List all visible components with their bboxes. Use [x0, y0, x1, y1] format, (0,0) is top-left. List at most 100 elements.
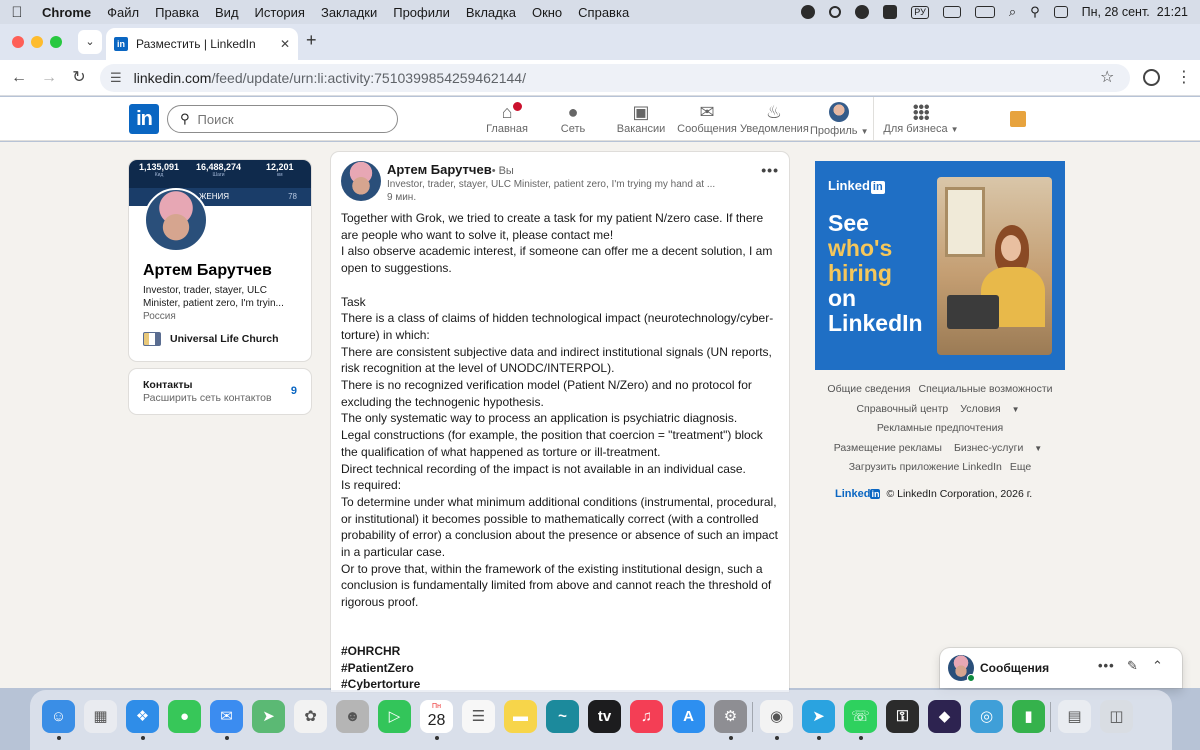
- status-record-icon[interactable]: [801, 5, 816, 19]
- menu-tab[interactable]: Вкладка: [458, 5, 524, 20]
- search-box[interactable]: ⚲: [167, 105, 398, 133]
- spotlight-search-icon[interactable]: ⚲: [1030, 4, 1040, 20]
- footer-link-terms[interactable]: Условия ▼: [952, 403, 1027, 415]
- dock-finder-icon[interactable]: ☺: [42, 700, 75, 733]
- dock-telegram-icon[interactable]: ➤: [802, 700, 835, 733]
- menu-edit[interactable]: Правка: [147, 5, 207, 20]
- dock-numbers-icon[interactable]: ▮: [1012, 700, 1045, 733]
- bookmark-star-icon[interactable]: ☆: [1100, 67, 1114, 87]
- reminders-glyph: ☰: [471, 708, 486, 725]
- footer-link-advertising[interactable]: Размещение рекламы: [830, 442, 946, 454]
- nav-profile[interactable]: Профиль ▼: [810, 101, 868, 139]
- nav-business[interactable]: Для бизнеса ▼: [882, 101, 960, 139]
- dock-chrome-icon[interactable]: ◉: [760, 700, 793, 733]
- dock-mail-icon[interactable]: ✉: [210, 700, 243, 733]
- dock-keychain-icon[interactable]: ⚿: [886, 700, 919, 733]
- dock-music-icon[interactable]: ♫: [630, 700, 663, 733]
- hashtag-link[interactable]: #OHRCHR: [341, 643, 420, 660]
- footer-link-help[interactable]: Справочный центр: [852, 403, 952, 415]
- post-more-menu-icon[interactable]: •••: [761, 162, 779, 178]
- dock-contacts-icon[interactable]: ☻: [336, 700, 369, 733]
- apple-menu-icon[interactable]: : [0, 4, 34, 21]
- dock-trash-icon[interactable]: ◫: [1100, 700, 1133, 733]
- hiring-ad-banner[interactable]: Linked in See who's hiring on LinkedIn: [815, 161, 1065, 370]
- menu-history[interactable]: История: [247, 5, 313, 20]
- tab-close-icon[interactable]: ✕: [280, 37, 290, 51]
- menu-app-chrome[interactable]: Chrome: [34, 5, 99, 20]
- premium-icon[interactable]: [1010, 111, 1026, 127]
- post-author[interactable]: Артем Барутчев• Вы: [387, 162, 514, 177]
- footer-link-ad-prefs[interactable]: Рекламные предпочтения: [873, 422, 1007, 434]
- browser-tab-linkedin[interactable]: in Разместить | LinkedIn ✕: [106, 28, 298, 60]
- post-line: [341, 277, 781, 294]
- footer-link-get-app[interactable]: Загрузить приложение LinkedIn: [845, 461, 1006, 473]
- dock-downloads-icon[interactable]: ▤: [1058, 700, 1091, 733]
- dock-notes-icon[interactable]: ▬: [504, 700, 537, 733]
- post-body: Together with Grok, we tried to create a…: [341, 210, 781, 611]
- battery-icon[interactable]: [974, 6, 995, 18]
- status-chat-icon[interactable]: [883, 5, 898, 19]
- window-close-button[interactable]: [12, 36, 24, 48]
- profile-organization[interactable]: Universal Life Church: [143, 332, 279, 346]
- hashtag-link[interactable]: #PatientZero: [341, 660, 420, 677]
- search-input[interactable]: [197, 111, 378, 127]
- messaging-widget[interactable]: Сообщения ••• ✎ ⌃: [940, 648, 1182, 688]
- forward-arrow-icon[interactable]: →: [38, 67, 60, 89]
- menu-file[interactable]: Файл: [99, 5, 147, 20]
- dock-messages-icon[interactable]: ●: [168, 700, 201, 733]
- dock-maps-icon[interactable]: ➤: [252, 700, 285, 733]
- dock-obsidian-icon[interactable]: ◆: [928, 700, 961, 733]
- chrome-menu-icon[interactable]: ⋮: [1176, 67, 1192, 87]
- menu-profiles[interactable]: Профили: [385, 5, 458, 20]
- control-center-icon[interactable]: [1053, 6, 1068, 18]
- dock-reminders-icon[interactable]: ☰: [462, 700, 495, 733]
- nav-home[interactable]: ⌂ Главная: [480, 100, 534, 139]
- menu-bookmarks[interactable]: Закладки: [313, 5, 385, 20]
- back-arrow-icon[interactable]: ←: [8, 67, 30, 89]
- window-zoom-button[interactable]: [50, 36, 62, 48]
- dock-freeform-icon[interactable]: ~: [546, 700, 579, 733]
- chevron-up-icon[interactable]: ⌃: [1152, 658, 1163, 674]
- post-author-avatar[interactable]: [341, 161, 381, 201]
- footer-link-more[interactable]: Еще: [1006, 461, 1035, 473]
- dock-system-settings-icon[interactable]: ⚙: [714, 700, 747, 733]
- dock-tv-icon[interactable]: tv: [588, 700, 621, 733]
- new-tab-icon[interactable]: +: [306, 30, 317, 51]
- nav-messaging[interactable]: ✉ Сообщения: [677, 101, 737, 139]
- nav-notifications[interactable]: ♨ Уведомления: [740, 101, 809, 139]
- menubar-clock[interactable]: Пн, 28 сент. 21:21: [1082, 5, 1188, 19]
- dock-facetime-icon[interactable]: ▷: [378, 700, 411, 733]
- profile-account-icon[interactable]: [1143, 69, 1160, 86]
- nav-jobs[interactable]: ▣ Вакансии: [612, 101, 670, 139]
- dock-photos-icon[interactable]: ✿: [294, 700, 327, 733]
- reload-icon[interactable]: ↻: [68, 67, 90, 89]
- menu-window[interactable]: Окно: [524, 5, 570, 20]
- dock-app-store-icon[interactable]: A: [672, 700, 705, 733]
- tab-search-chevron-icon[interactable]: ⌄: [78, 30, 102, 54]
- profile-name[interactable]: Артем Барутчев: [143, 262, 272, 280]
- avatar[interactable]: [144, 188, 208, 252]
- menu-view[interactable]: Вид: [207, 5, 247, 20]
- telegram-status-icon[interactable]: [855, 5, 870, 19]
- dock-calendar-icon[interactable]: Пн 28: [420, 700, 453, 733]
- site-info-icon[interactable]: ☰: [110, 70, 122, 86]
- dock-launchpad-icon[interactable]: ▦: [84, 700, 117, 733]
- compose-message-icon[interactable]: ✎: [1127, 658, 1138, 674]
- window-minimize-button[interactable]: [31, 36, 43, 48]
- footer-link-business[interactable]: Бизнес-услуги ▼: [946, 442, 1050, 454]
- dock-edge-icon[interactable]: ◎: [970, 700, 1003, 733]
- address-bar[interactable]: ☰ linkedin.com /feed/update/urn:li:activ…: [100, 64, 1130, 92]
- menu-help[interactable]: Справка: [570, 5, 637, 20]
- dock-whatsapp-icon[interactable]: ☏: [844, 700, 877, 733]
- nav-network[interactable]: ● Сеть: [550, 101, 596, 139]
- contacts-card[interactable]: Контакты Расширить сеть контактов 9: [129, 369, 311, 414]
- status-share-icon[interactable]: [829, 6, 842, 18]
- footer-link-accessibility[interactable]: Специальные возможности: [915, 383, 1057, 395]
- wifi-icon[interactable]: ⌕: [1009, 4, 1016, 20]
- status-keyboard-icon[interactable]: [942, 6, 961, 18]
- messaging-more-icon[interactable]: •••: [1098, 658, 1115, 673]
- input-language-indicator[interactable]: РУ: [911, 5, 929, 19]
- footer-link-about[interactable]: Общие сведения: [823, 383, 914, 395]
- linkedin-logo[interactable]: in: [129, 104, 159, 134]
- dock-safari-icon[interactable]: ❖: [126, 700, 159, 733]
